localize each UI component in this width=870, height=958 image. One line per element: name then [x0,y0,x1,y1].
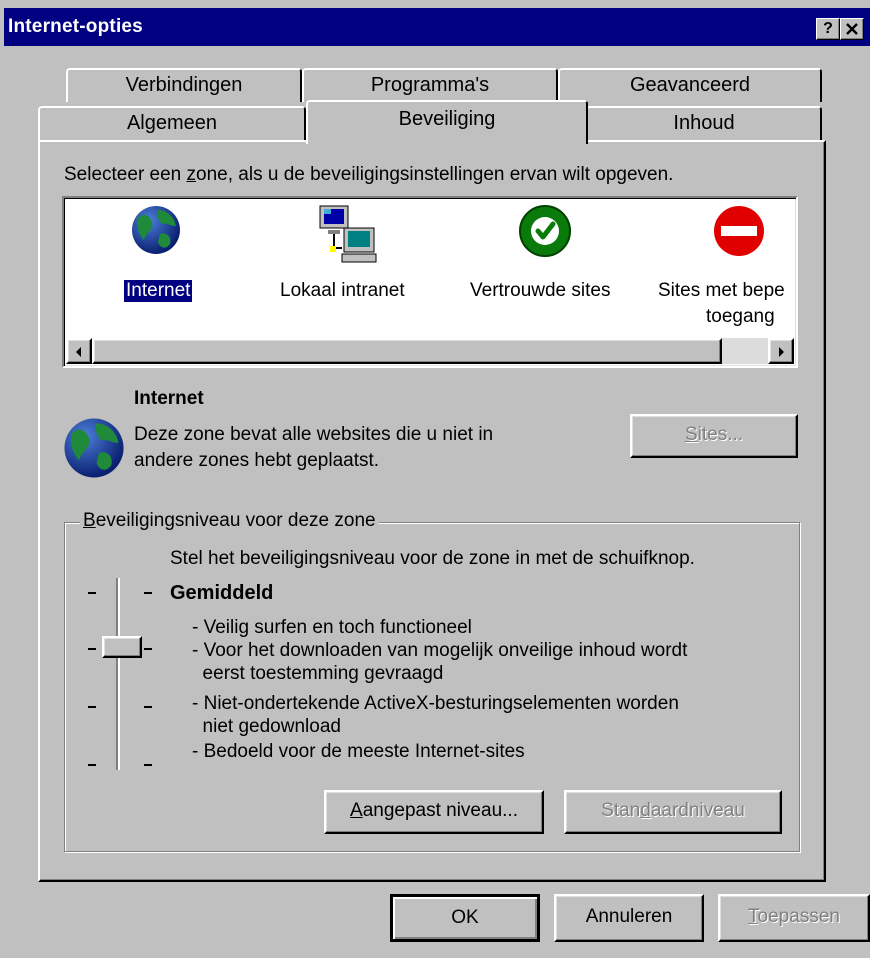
close-button[interactable] [840,18,864,40]
network-computers-icon [319,205,377,263]
slider-instruction: Stel het beveiligingsniveau voor de zone… [170,548,695,569]
cancel-button[interactable]: Annuleren [554,894,704,942]
globe-icon [132,206,180,254]
level-bullet-3-cont: niet gedownload [192,716,341,737]
zone-item-vertrouwde-sites[interactable]: Vertrouwde sites [466,204,636,314]
zone-title: Internet [134,388,204,409]
zone-description-line1: Deze zone bevat alle websites die u niet… [134,424,494,445]
zone-label-internet: Internet [124,280,193,302]
globe-icon [64,418,124,478]
default-level-button[interactable]: Standaardniveau [564,790,782,834]
tab-verbindingen[interactable]: Verbindingen [66,68,302,102]
zone-label-sites-met-bepe: Sites met bepe [658,280,785,301]
tab-programmas[interactable]: Programma's [302,68,558,102]
red-no-entry-icon [714,206,764,256]
arrow-right-icon [779,347,784,357]
level-bullet-3: - Niet-ondertekende ActiveX-besturingsel… [192,693,679,714]
scroll-right-button[interactable] [768,338,794,364]
tab-inhoud[interactable]: Inhoud [586,106,822,140]
tab-geavanceerd[interactable]: Geavanceerd [558,68,822,102]
zone-list[interactable]: Internet Lokaal intranet Vertrouwde site… [62,196,798,368]
zone-item-lokaal-intranet[interactable]: Lokaal intranet [274,204,444,314]
security-level-group-title: Beveiligingsniveau voor deze zone [80,510,379,532]
zone-label-toegang: toegang [706,306,775,327]
zone-label-vertrouwde-sites: Vertrouwde sites [470,280,611,301]
tab-algemeen[interactable]: Algemeen [38,106,306,140]
internet-options-dialog: Internet-opties ? Verbindingen Programma… [0,0,870,958]
zone-label-lokaal-intranet: Lokaal intranet [280,280,405,301]
zone-item-sites-met-beperkte-toegang[interactable]: Sites met bepe toegang [654,204,796,334]
zone-list-scrollbar[interactable] [66,338,794,364]
arrow-left-icon [76,347,81,357]
ok-button[interactable]: OK [390,894,540,942]
tab-beveiliging[interactable]: Beveiliging [306,100,588,144]
level-bullet-4: - Bedoeld voor de meeste Internet-sites [192,741,525,762]
zone-description-line2: andere zones hebt geplaatst. [134,450,380,471]
help-button[interactable]: ? [816,18,840,40]
security-level-name: Gemiddeld [170,582,274,604]
green-check-icon [519,205,571,257]
sites-button[interactable]: Sites... [630,414,798,458]
slider-thumb[interactable] [102,636,142,658]
zone-instruction: Selecteer een zone, als u de beveiliging… [64,164,674,185]
title-bar[interactable]: Internet-opties ? [4,8,870,46]
close-icon [846,23,858,35]
level-bullet-1: - Veilig surfen en toch functioneel [192,617,472,638]
zone-item-internet[interactable]: Internet [104,204,224,314]
level-bullet-2-cont: eerst toestemming gevraagd [192,663,444,684]
apply-button[interactable]: Toepassen [718,894,870,942]
scroll-thumb[interactable] [92,338,722,364]
scroll-left-button[interactable] [66,338,92,364]
window-title: Internet-opties [8,16,143,37]
level-bullet-2: - Voor het downloaden van mogelijk onvei… [192,640,688,661]
custom-level-button[interactable]: Aangepast niveau... [324,790,544,834]
